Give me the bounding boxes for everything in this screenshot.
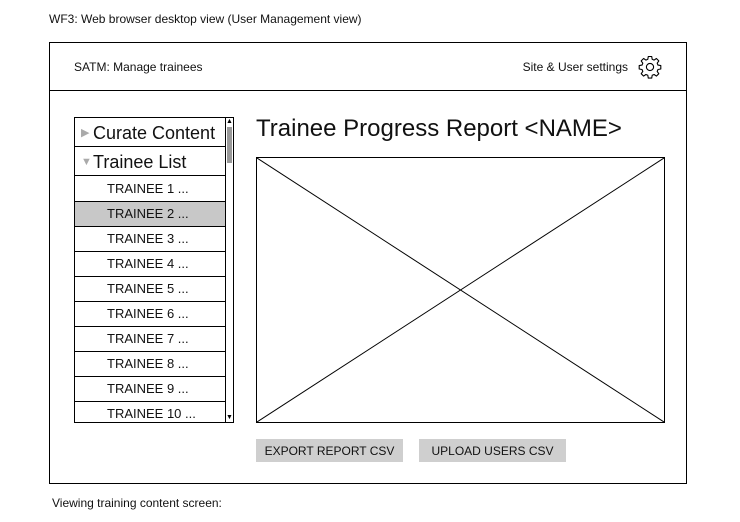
sidebar-scrollbar[interactable]: ▲ ▼ (225, 118, 233, 422)
trainee-item[interactable]: TRAINEE 7 ... (75, 327, 226, 352)
site-user-settings-link[interactable]: Site & User settings (523, 60, 628, 74)
sidebar-tree: ▶ Curate Content ▼Trainee List TRAINEE 1 … (74, 117, 234, 423)
report-chart-placeholder (256, 157, 665, 423)
scroll-up-icon[interactable]: ▲ (226, 118, 233, 126)
screen-caption: Viewing training content screen: (52, 496, 222, 510)
browser-window: SATM: Manage trainees Site & User settin… (49, 42, 687, 484)
report-title: Trainee Progress Report <NAME> (256, 115, 622, 142)
trainee-item[interactable]: TRAINEE 1 ... (75, 177, 226, 202)
app-title: SATM: Manage trainees (74, 60, 203, 74)
trainee-item[interactable]: TRAINEE 5 ... (75, 277, 226, 302)
wireframe-caption: WF3: Web browser desktop view (User Mana… (49, 12, 362, 26)
app-header: SATM: Manage trainees Site & User settin… (50, 43, 686, 91)
triangle-down-icon[interactable]: ▼ (81, 148, 93, 177)
tree-node-curate-content[interactable]: ▶ Curate Content (75, 118, 226, 147)
trainee-item[interactable]: TRAINEE 4 ... (75, 252, 226, 277)
trainee-item[interactable]: TRAINEE 6 ... (75, 302, 226, 327)
triangle-right-icon[interactable]: ▶ (81, 119, 93, 148)
tree-node-label: Trainee List (93, 151, 187, 172)
tree-node-trainee-list[interactable]: ▼Trainee List (75, 147, 226, 176)
trainee-item[interactable]: TRAINEE 8 ... (75, 352, 226, 377)
trainee-item[interactable]: TRAINEE 9 ... (75, 377, 226, 402)
export-report-csv-button[interactable]: EXPORT REPORT CSV (256, 439, 403, 462)
trainee-item-selected[interactable]: TRAINEE 2 ... (75, 202, 226, 227)
trainee-list: TRAINEE 1 ... TRAINEE 2 ... TRAINEE 3 ..… (75, 177, 226, 422)
scroll-thumb[interactable] (227, 127, 232, 163)
tree-node-label: Curate Content (93, 122, 216, 143)
upload-users-csv-button[interactable]: UPLOAD USERS CSV (419, 439, 566, 462)
gear-icon[interactable] (638, 55, 662, 79)
trainee-item[interactable]: TRAINEE 3 ... (75, 227, 226, 252)
placeholder-cross (257, 158, 664, 422)
trainee-item[interactable]: TRAINEE 10 ... (75, 402, 226, 422)
scroll-down-icon[interactable]: ▼ (226, 414, 233, 422)
